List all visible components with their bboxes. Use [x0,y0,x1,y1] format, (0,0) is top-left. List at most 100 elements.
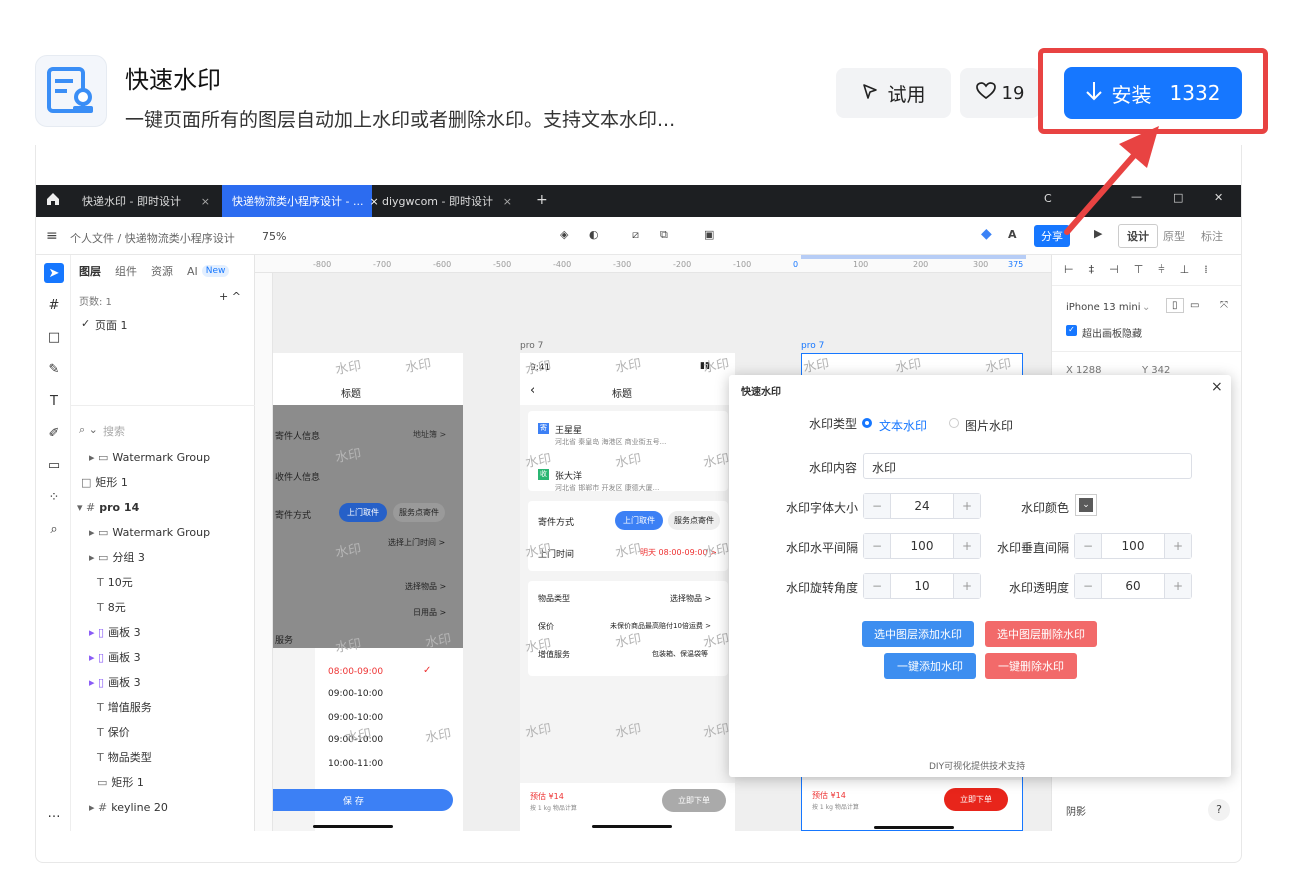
content-input[interactable]: 水印 [863,453,1192,479]
export-icon[interactable]: ⧄ [632,228,639,242]
vspace-value[interactable]: 100 [1101,534,1165,558]
comment-tool-icon[interactable]: ▭ [44,455,64,475]
menu-icon[interactable]: ≡ [46,228,58,244]
layers-icon[interactable]: ⧉ [660,228,668,242]
add-all-button[interactable]: 一键添加水印 [884,653,976,679]
frame-icon[interactable]: ▣ [704,228,714,241]
minus-icon[interactable]: − [864,494,890,518]
align-left-icon[interactable]: ⊢ [1064,263,1074,277]
hspace-value[interactable]: 100 [890,534,954,558]
more-icon[interactable]: … [44,803,64,823]
p2-door-pickup[interactable]: 上门取件 [615,511,663,530]
like-button[interactable]: 19 [960,68,1040,118]
p3-order-button[interactable]: 立即下单 [944,788,1008,811]
refresh-icon[interactable]: C [1044,192,1052,205]
panel-tab-ai[interactable]: AI [187,265,198,278]
plus-icon[interactable]: + [1165,534,1191,558]
layer-item[interactable]: ▾ # pro 14 [77,495,139,519]
hspace-stepper[interactable]: −100 + [863,533,981,559]
delete-selected-button[interactable]: 选中图层删除水印 [985,621,1097,647]
layer-item[interactable]: ▸ ▯ 画板 3 [89,620,141,644]
contrast-icon[interactable]: ◐ [589,228,599,241]
rect-tool-icon[interactable]: □ [44,327,64,347]
tab-3[interactable]: diygwcom - 即时设计 × [372,185,522,217]
align-hcenter-icon[interactable]: ‡ [1089,263,1095,277]
portrait-icon[interactable]: ▯ [1166,298,1184,313]
try-button[interactable]: 试用 [836,68,951,118]
text-tool-icon[interactable]: T [44,391,64,411]
type-text-label[interactable]: 文本水印 [879,417,927,434]
plus-icon[interactable]: + [1165,574,1191,598]
minus-icon[interactable]: − [1075,534,1101,558]
page-item[interactable]: 页面 1 [95,317,128,333]
plus-icon[interactable]: + [954,534,980,558]
frame-tool-icon[interactable]: # [44,295,64,315]
zoom-level[interactable]: 75% [262,230,286,243]
layer-item[interactable]: ▸ # keyline 20 [89,795,168,819]
home-icon[interactable] [46,192,60,209]
minus-icon[interactable]: − [864,534,890,558]
component-icon[interactable]: ◈ [560,228,568,241]
layer-item[interactable]: □ 矩形 1 [81,470,128,494]
clip-checkbox[interactable]: ✓ [1066,325,1077,336]
back-icon[interactable]: ‹ [530,383,535,398]
p2-station[interactable]: 服务点寄件 [668,511,720,530]
layer-item[interactable]: ▸ ▭ Watermark Group [89,445,210,469]
p2-order-button[interactable]: 立即下单 [662,789,726,812]
pen-tool-icon[interactable]: ✎ [44,359,64,379]
mode-annotate[interactable]: 标注 [1201,228,1223,244]
layer-item[interactable]: ▭ 矩形 1 [97,770,144,794]
add-selected-button[interactable]: 选中图层添加水印 [862,621,974,647]
panel-tab-assets[interactable]: 资源 [151,263,173,279]
minus-icon[interactable]: − [864,574,890,598]
plugin-cube-icon[interactable]: ◆ [981,226,992,242]
opacity-value[interactable]: 60 [1101,574,1165,598]
pencil-tool-icon[interactable]: ✐ [44,423,64,443]
help-icon[interactable]: ? [1208,799,1230,821]
rotate-value[interactable]: 10 [890,574,954,598]
layer-search-input[interactable]: 搜索 [103,423,125,439]
move-tool-icon[interactable]: ➤ [44,263,64,283]
plus-icon[interactable]: + [536,192,548,208]
device-select[interactable]: iPhone 13 mini [1066,302,1140,313]
phone-frame-1[interactable]: 标题 寄件人信息 地址簿 > 收件人信息 寄件方式 上门取件 服务点寄件 选择上… [273,353,463,831]
tab-2[interactable]: 快递物流类小程序设计 - ... × [222,185,379,217]
search-tool-icon[interactable]: ⌕ [44,519,64,539]
layer-item[interactable]: ▸ ▯ 画板 3 [89,645,141,669]
panel-tab-layers[interactable]: 图层 [79,263,101,279]
close-icon[interactable]: × [201,195,210,208]
p1-save-button[interactable]: 保 存 [343,794,364,807]
type-image-label[interactable]: 图片水印 [965,417,1013,434]
layer-item[interactable]: T 10元 [97,570,133,594]
phone-frame-2[interactable]: 9:41 ▮▮ ‹ 标题 寄 王星星 河北省 秦皇岛 海港区 商业街五号... … [520,353,735,831]
delete-all-button[interactable]: 一键删除水印 [985,653,1077,679]
plugin-tool-icon[interactable]: ⁘ [44,487,64,507]
layer-item[interactable]: T 物品类型 [97,745,152,769]
font-size-value[interactable]: 24 [890,494,954,518]
opacity-stepper[interactable]: −60 + [1074,573,1192,599]
resize-icon[interactable]: ⤧ [1220,300,1228,311]
tab-1[interactable]: 快递水印 - 即时设计 × [72,185,220,217]
chevron-down-icon[interactable]: ⌄ [1142,302,1150,313]
landscape-icon[interactable]: ▭ [1190,300,1199,311]
minus-icon[interactable]: − [1075,574,1101,598]
window-close-icon[interactable]: ✕ [1214,191,1223,204]
breadcrumb[interactable]: 个人文件 / 快递物流类小程序设计 [70,230,235,246]
search-icon[interactable]: ⌕ ⌄ [79,423,98,437]
layer-item[interactable]: T 8元 [97,595,126,619]
color-picker[interactable]: ⌄ [1075,494,1097,516]
align-vcenter-icon[interactable]: ⫩ [1158,263,1164,277]
radio-text[interactable] [862,418,872,428]
align-right-icon[interactable]: ⊣ [1109,263,1119,277]
layer-item[interactable]: ▸ ▭ 分组 3 [89,545,145,569]
vspace-stepper[interactable]: −100 + [1074,533,1192,559]
font-icon[interactable]: A [1008,228,1017,241]
panel-tab-components[interactable]: 组件 [115,263,137,279]
align-top-icon[interactable]: ⊤ [1134,263,1144,277]
layer-item[interactable]: ▸ ▭ Watermark Group [89,520,210,544]
align-bottom-icon[interactable]: ⊥ [1180,263,1190,277]
font-size-stepper[interactable]: −24 + [863,493,981,519]
layer-item[interactable]: T 增值服务 [97,695,152,719]
plus-icon[interactable]: + [954,494,980,518]
radio-image[interactable] [949,418,959,428]
